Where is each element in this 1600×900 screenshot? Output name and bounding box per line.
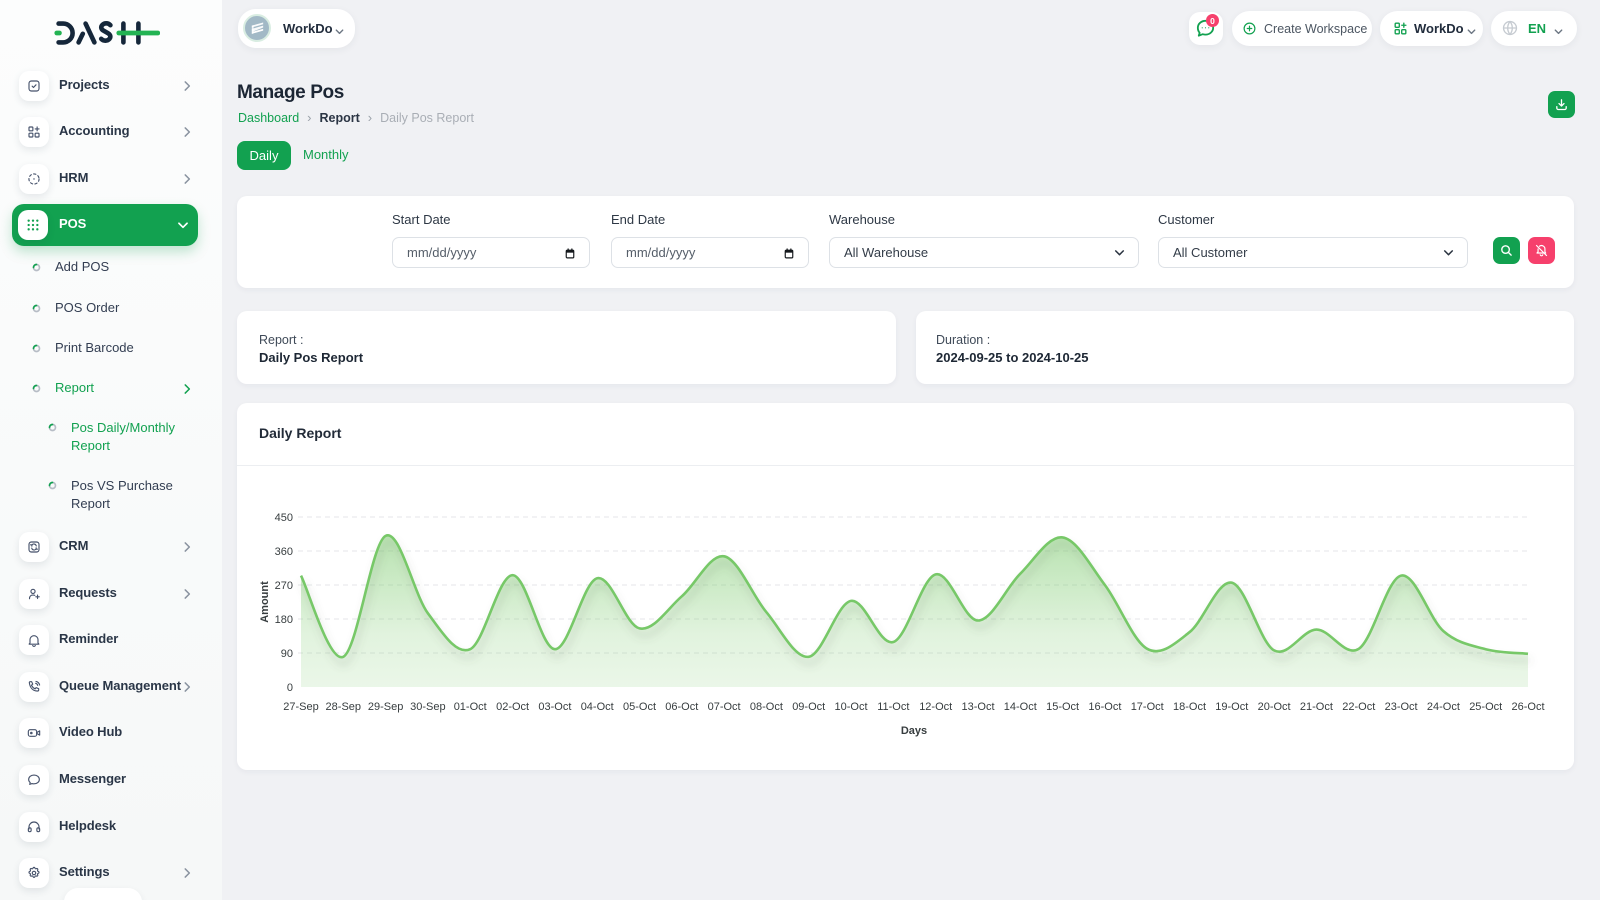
svg-text:05-Oct: 05-Oct: [623, 701, 656, 713]
svg-text:07-Oct: 07-Oct: [708, 701, 741, 713]
svg-text:0: 0: [287, 682, 293, 694]
svg-text:18-Oct: 18-Oct: [1173, 701, 1206, 713]
svg-text:20-Oct: 20-Oct: [1258, 701, 1291, 713]
svg-text:10-Oct: 10-Oct: [834, 701, 867, 713]
svg-text:180: 180: [275, 614, 293, 626]
svg-text:02-Oct: 02-Oct: [496, 701, 529, 713]
svg-text:26-Oct: 26-Oct: [1511, 701, 1544, 713]
svg-text:08-Oct: 08-Oct: [750, 701, 783, 713]
svg-text:30-Sep: 30-Sep: [410, 701, 445, 713]
svg-text:90: 90: [281, 648, 293, 660]
svg-text:450: 450: [275, 512, 293, 524]
svg-text:14-Oct: 14-Oct: [1004, 701, 1037, 713]
svg-text:04-Oct: 04-Oct: [581, 701, 614, 713]
svg-text:03-Oct: 03-Oct: [538, 701, 571, 713]
svg-text:Amount: Amount: [259, 581, 271, 623]
svg-text:15-Oct: 15-Oct: [1046, 701, 1079, 713]
svg-text:Days: Days: [901, 725, 927, 737]
svg-text:29-Sep: 29-Sep: [368, 701, 403, 713]
svg-text:21-Oct: 21-Oct: [1300, 701, 1333, 713]
svg-text:06-Oct: 06-Oct: [665, 701, 698, 713]
svg-text:270: 270: [275, 580, 293, 592]
svg-text:17-Oct: 17-Oct: [1131, 701, 1164, 713]
svg-text:01-Oct: 01-Oct: [454, 701, 487, 713]
svg-text:13-Oct: 13-Oct: [961, 701, 994, 713]
svg-text:11-Oct: 11-Oct: [877, 701, 909, 713]
svg-text:12-Oct: 12-Oct: [919, 701, 952, 713]
svg-text:09-Oct: 09-Oct: [792, 701, 825, 713]
svg-text:27-Sep: 27-Sep: [283, 701, 318, 713]
svg-text:22-Oct: 22-Oct: [1342, 701, 1375, 713]
svg-text:24-Oct: 24-Oct: [1427, 701, 1460, 713]
svg-text:360: 360: [275, 546, 293, 558]
svg-text:16-Oct: 16-Oct: [1088, 701, 1121, 713]
svg-text:23-Oct: 23-Oct: [1385, 701, 1418, 713]
svg-text:25-Oct: 25-Oct: [1469, 701, 1502, 713]
svg-text:19-Oct: 19-Oct: [1215, 701, 1248, 713]
svg-text:28-Sep: 28-Sep: [326, 701, 361, 713]
